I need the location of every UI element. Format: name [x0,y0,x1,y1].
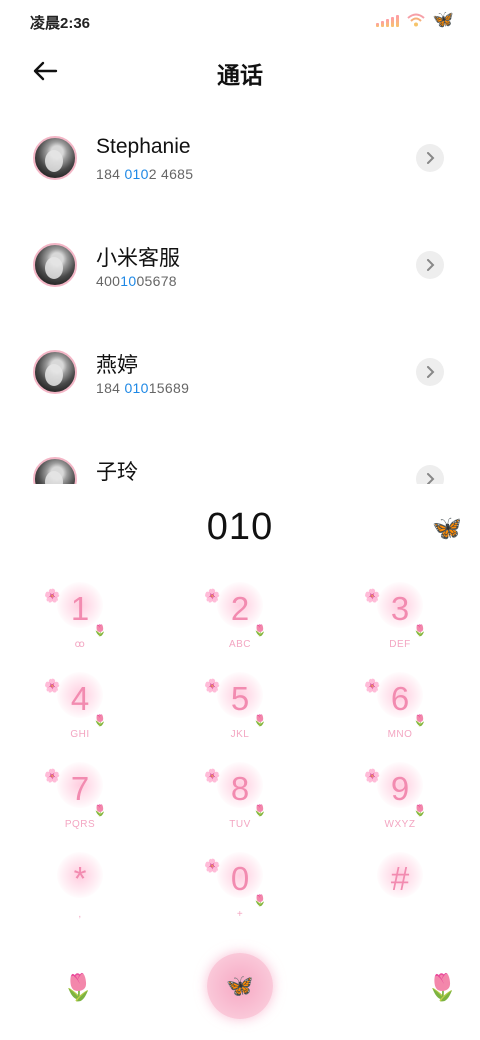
key-digit: 7 [70,770,90,807]
key-5[interactable]: 🌸 5 🌷 JKL [185,670,295,750]
avatar [33,457,77,484]
contact-name: Stephanie [96,135,191,158]
tulip-icon: 🌷 [253,805,267,817]
tulip-icon: 🌷 [253,625,267,637]
contact-detail-button[interactable] [416,358,444,386]
status-bar: 凌晨2:36 🦋 [0,0,480,40]
tulip-icon: 🌷 [253,895,267,907]
key-8[interactable]: 🌸 8 🌷 TUV [185,760,295,840]
contact-number: 184 01015689 [96,380,190,396]
tulip-icon[interactable]: 🌷 [426,972,458,1003]
key-6[interactable]: 🌸 6 🌷 MNO [345,670,455,750]
key-digit: 9 [390,770,410,807]
key-2[interactable]: 🌸 2 🌷 ABC [185,580,295,660]
key-letters: GHI [70,729,90,740]
contact-name: 子玲 [96,461,138,484]
contact-name: 燕婷 [96,354,138,377]
status-time: 凌晨2:36 [30,15,91,32]
voicemail-icon: ꝏ [74,639,86,650]
dial-keypad: 🌸 1 🌷 ꝏ 🌸 2 🌷 ABC 🌸 3 🌷 DEF 🌸 4 🌷 GHI 🌸 … [0,580,480,920]
tulip-icon[interactable]: 🌷 [62,972,94,1003]
butterfly-icon: 🦋 [226,973,254,998]
key-digit: 6 [390,680,410,717]
key-9[interactable]: 🌸 9 🌷 WXYZ [345,760,455,840]
header: 通话 [0,48,480,92]
dialed-number: 010 [206,506,274,548]
tulip-icon: 🌷 [253,715,267,727]
key-4[interactable]: 🌸 4 🌷 GHI [25,670,135,750]
dial-display: 010 🦋 [0,500,480,556]
number-match: 010 [124,380,149,396]
key-star[interactable]: * , [25,850,135,930]
key-digit: 0 [230,860,250,897]
contact-row[interactable]: 子玲 [0,425,480,484]
bottom-action-bar: 🌷 🦋 🌷 [0,950,480,1030]
tulip-icon: 🌷 [93,625,107,637]
call-button[interactable]: 🦋 [207,953,273,1019]
avatar [33,350,77,394]
key-digit: 4 [70,680,90,717]
status-icons: 🦋 [375,10,454,30]
key-letters: MNO [387,729,413,740]
page-title: 通话 [217,62,263,88]
key-digit: 8 [230,770,250,807]
contact-row[interactable]: Stephanie 184 0102 4685 [0,104,480,211]
key-hash[interactable]: # [345,850,455,930]
contact-row[interactable]: 燕婷 184 01015689 [0,318,480,425]
key-digit: # [390,860,410,897]
contact-number: 184 0102 4685 [96,166,194,182]
contact-detail-button[interactable] [416,251,444,279]
tulip-icon: 🌷 [413,715,427,727]
key-digit: 1 [70,590,90,627]
chevron-right-icon [427,473,435,484]
key-0[interactable]: 🌸 0 🌷 + [185,850,295,930]
key-letters: WXYZ [384,819,416,830]
key-digit: * [73,860,87,897]
key-letters: PQRS [64,819,96,830]
wifi-icon [407,13,425,27]
number-match: 010 [124,166,149,182]
key-digit: 2 [230,590,250,627]
chevron-right-icon [427,152,435,164]
tulip-icon: 🌷 [413,805,427,817]
contact-detail-button[interactable] [416,465,444,484]
butterfly-icon: 🦋 [432,10,454,29]
contact-name: 小米客服 [96,247,180,270]
key-digit: 5 [230,680,250,717]
number-match: 10 [120,273,137,289]
contact-suggestion-list: Stephanie 184 0102 4685 小米客服 4001005678 … [0,104,480,484]
tulip-icon: 🌷 [413,625,427,637]
key-letters: + [236,909,244,920]
key-letters: JKL [230,729,250,740]
tulip-icon: 🌷 [93,805,107,817]
avatar [33,136,77,180]
contact-detail-button[interactable] [416,144,444,172]
key-letters: , [78,909,82,920]
key-7[interactable]: 🌸 7 🌷 PQRS [25,760,135,840]
contact-number: 4001005678 [96,273,177,289]
signal-icon [375,13,399,27]
key-letters: ABC [228,639,252,650]
avatar [33,243,77,287]
key-digit: 3 [390,590,410,627]
key-3[interactable]: 🌸 3 🌷 DEF [345,580,455,660]
key-1[interactable]: 🌸 1 🌷 ꝏ [25,580,135,660]
key-letters: TUV [229,819,251,830]
tulip-icon: 🌷 [93,715,107,727]
butterfly-icon[interactable]: 🦋 [432,514,462,543]
chevron-right-icon [427,259,435,271]
chevron-right-icon [427,366,435,378]
contact-row[interactable]: 小米客服 4001005678 [0,211,480,318]
key-letters: DEF [389,639,411,650]
